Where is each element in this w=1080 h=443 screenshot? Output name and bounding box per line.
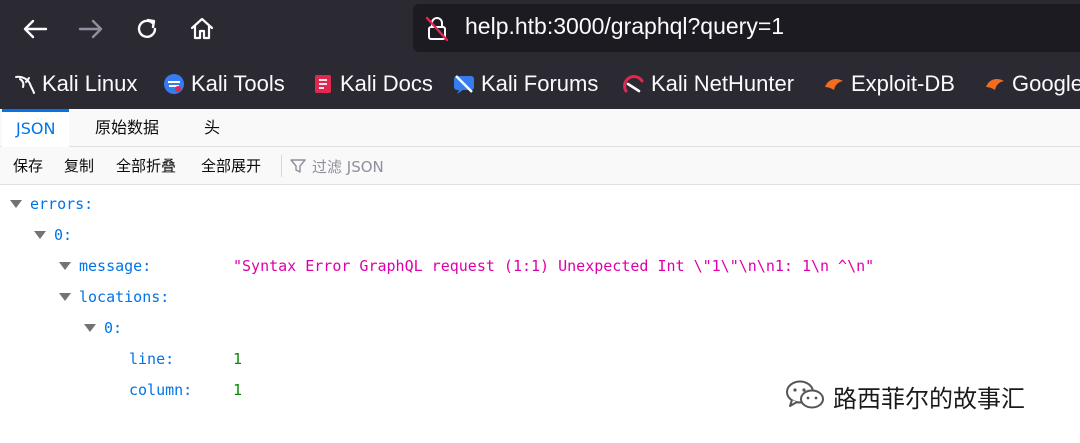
bookmark-kali-linux[interactable]: Kali Linux <box>14 70 137 98</box>
address-bar[interactable]: help.htb:3000/graphql?query=1 <box>413 4 1080 52</box>
key-locations: locations: <box>79 287 170 306</box>
expand-triangle-icon[interactable] <box>10 199 22 208</box>
watermark: 路西菲尔的故事汇 <box>785 376 1025 416</box>
tree-row-locations-0[interactable]: 0: <box>84 312 122 343</box>
expand-triangle-icon[interactable] <box>59 292 71 301</box>
forward-button[interactable] <box>73 10 109 48</box>
json-viewer-toolbar: 保存 复制 全部折叠 全部展开 过滤 JSON <box>0 147 1080 185</box>
tree-row-message[interactable]: message: <box>59 250 151 281</box>
insecure-lock-icon <box>425 16 449 42</box>
key-line: line: <box>129 349 175 368</box>
toolbar-divider <box>281 155 282 177</box>
expand-triangle-icon[interactable] <box>59 261 71 270</box>
kali-forums-icon <box>454 75 474 94</box>
tab-headers[interactable]: 头 <box>190 109 234 147</box>
bookmark-kali-tools[interactable]: Kali Tools <box>163 70 285 98</box>
kali-nethunter-icon <box>623 75 644 93</box>
filter-placeholder: 过滤 JSON <box>312 157 384 176</box>
tree-row-errors[interactable]: errors: <box>10 188 93 219</box>
value-line-row: 1 <box>233 343 242 374</box>
kali-dragon-icon <box>15 75 35 94</box>
key-column: column: <box>129 380 193 399</box>
reload-icon <box>137 18 157 38</box>
value-line: 1 <box>233 349 243 368</box>
value-message: "Syntax Error GraphQL request (1:1) Unex… <box>233 256 875 275</box>
json-viewer-tabbar: JSON 原始数据 头 <box>0 109 1080 147</box>
value-message-row: "Syntax Error GraphQL request (1:1) Unex… <box>233 250 874 281</box>
save-button[interactable]: 保存 <box>13 147 43 185</box>
watermark-text: 路西菲尔的故事汇 <box>833 384 1025 413</box>
forward-arrow-icon <box>78 19 103 39</box>
exploit-db-icon <box>825 79 843 90</box>
tree-row-column: column: <box>129 374 192 405</box>
tree-row-errors-0[interactable]: 0: <box>34 219 72 250</box>
tree-row-locations[interactable]: locations: <box>59 281 169 312</box>
copy-button[interactable]: 复制 <box>64 147 94 185</box>
filter-json-input[interactable]: 过滤 JSON <box>290 147 384 185</box>
tab-json[interactable]: JSON <box>2 109 70 147</box>
bookmark-kali-forums[interactable]: Kali Forums <box>453 70 598 98</box>
bookmark-kali-docs[interactable]: Kali Docs <box>312 70 433 98</box>
url-text[interactable]: help.htb:3000/graphql?query=1 <box>465 13 784 40</box>
home-icon <box>190 17 214 40</box>
tab-raw-data[interactable]: 原始数据 <box>81 109 173 147</box>
key-location-index-0: 0: <box>104 318 123 337</box>
back-button[interactable] <box>17 10 53 48</box>
back-arrow-icon <box>23 19 48 39</box>
filter-funnel-icon <box>290 159 306 173</box>
bookmark-exploit-db[interactable]: Exploit-DB <box>823 70 955 98</box>
expand-triangle-icon[interactable] <box>84 323 96 332</box>
bookmarks-toolbar: Kali Linux Kali Tools Kali Docs Kali For… <box>0 60 1080 109</box>
bookmark-kali-nethunter[interactable]: Kali NetHunter <box>623 70 794 98</box>
collapse-all-button[interactable]: 全部折叠 <box>116 147 176 185</box>
key-message: message: <box>79 256 152 275</box>
bookmark-google-hacking-db[interactable]: Google <box>984 70 1080 98</box>
value-column-row: 1 <box>233 374 242 405</box>
reload-button[interactable] <box>129 10 165 48</box>
expand-triangle-icon[interactable] <box>34 230 46 239</box>
home-button[interactable] <box>184 10 220 48</box>
value-column: 1 <box>233 380 243 399</box>
key-index-0: 0: <box>54 225 73 244</box>
google-hacking-db-icon <box>986 79 1004 90</box>
browser-nav-bar: help.htb:3000/graphql?query=1 <box>0 0 1080 60</box>
kali-tools-icon <box>164 74 184 94</box>
wechat-icon <box>786 380 824 409</box>
key-errors: errors: <box>30 194 94 213</box>
tree-row-line: line: <box>129 343 174 374</box>
expand-all-button[interactable]: 全部展开 <box>201 147 261 185</box>
kali-docs-icon <box>315 75 331 93</box>
